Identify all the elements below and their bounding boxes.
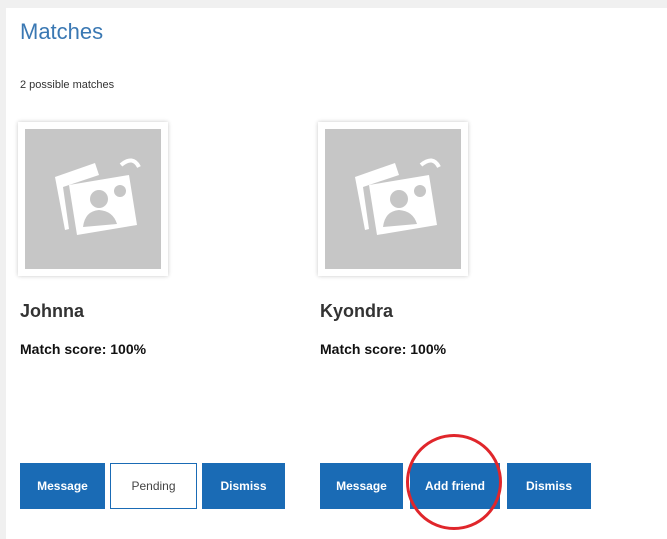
- dismiss-button[interactable]: Dismiss: [202, 463, 285, 509]
- avatar[interactable]: [18, 122, 168, 276]
- dismiss-button[interactable]: Dismiss: [507, 463, 591, 509]
- page-title: Matches: [20, 19, 104, 44]
- match-name: Johnna: [20, 301, 85, 321]
- message-button[interactable]: Message: [320, 463, 403, 509]
- avatar[interactable]: [318, 122, 468, 276]
- add-friend-button[interactable]: Add friend: [410, 463, 500, 509]
- matches-count: 2 possible matches: [20, 79, 115, 91]
- match-score: Match score: 100%: [320, 341, 447, 357]
- photo-placeholder-icon: [25, 129, 161, 269]
- match-name: Kyondra: [320, 301, 394, 321]
- pending-button[interactable]: Pending: [110, 463, 197, 509]
- match-score: Match score: 100%: [20, 341, 147, 357]
- message-button[interactable]: Message: [20, 463, 105, 509]
- photo-placeholder-icon: [325, 129, 461, 269]
